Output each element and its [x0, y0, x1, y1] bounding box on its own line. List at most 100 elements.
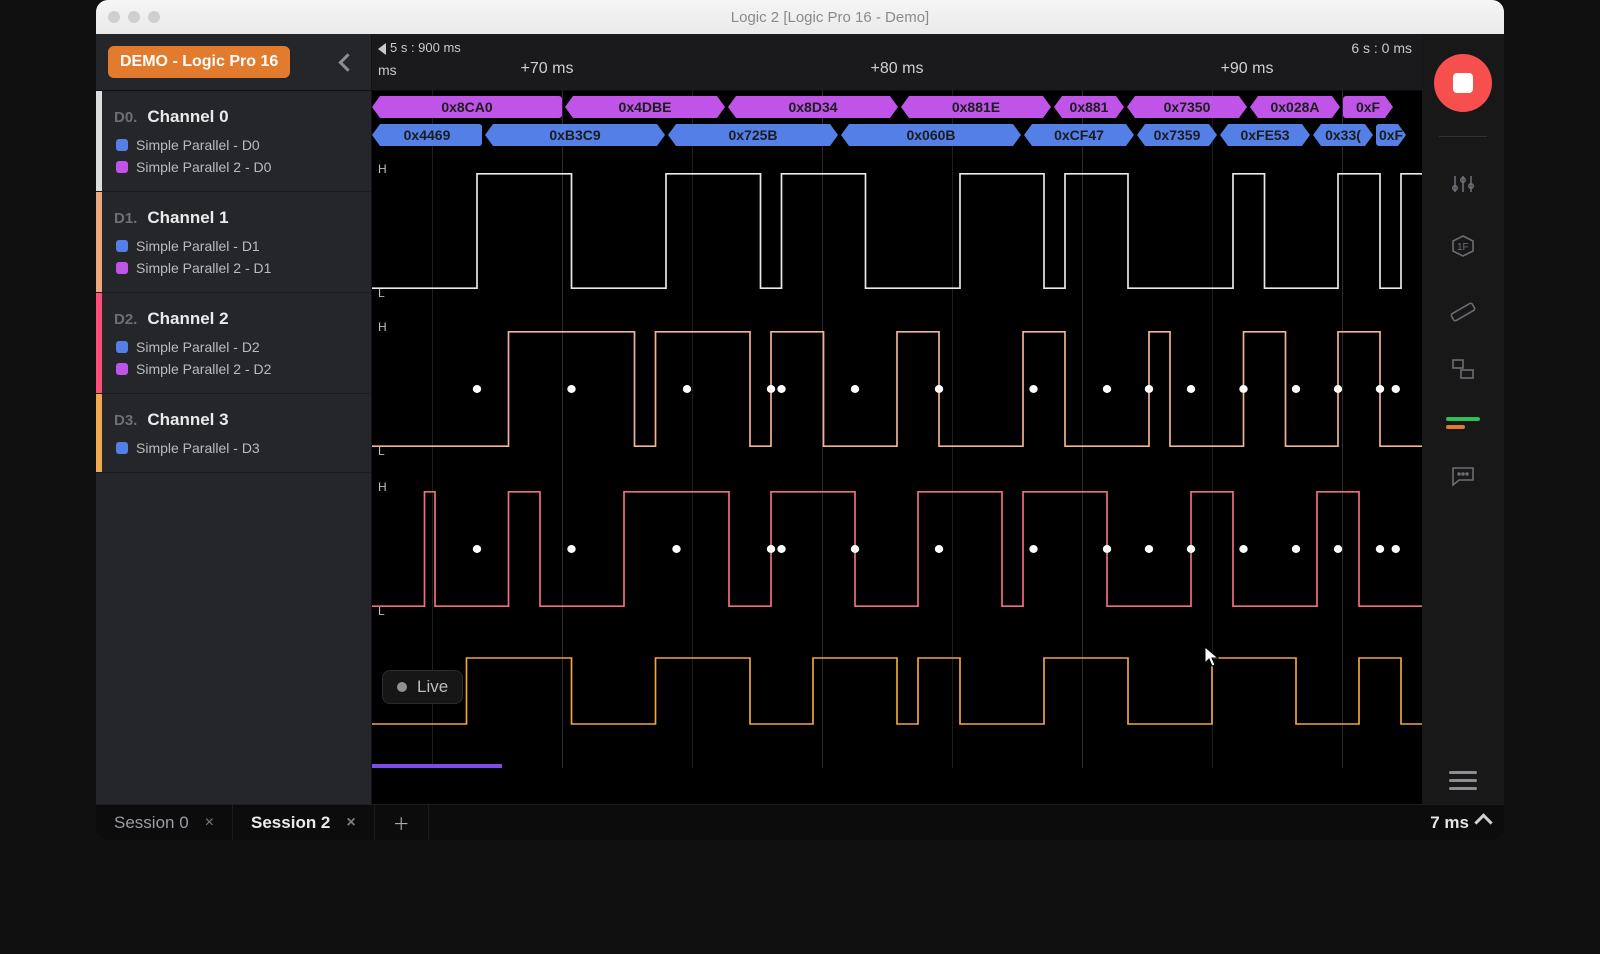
channel-0-wave[interactable]: HL — [372, 162, 1422, 300]
settings-icon[interactable] — [1448, 171, 1478, 197]
stop-icon — [1453, 73, 1473, 93]
triangle-left-icon — [378, 43, 386, 55]
zoom-time-indicator[interactable]: 7 ms — [1416, 805, 1504, 840]
analyzer-label: Simple Parallel 2 - D1 — [136, 260, 271, 276]
channel-item[interactable]: D3. Channel 3 Simple Parallel - D3 — [96, 394, 371, 473]
decoder-value[interactable]: 0x881 — [1054, 96, 1124, 118]
demo-badge: DEMO - Logic Pro 16 — [108, 46, 290, 78]
analyzer-label: Simple Parallel - D2 — [136, 339, 260, 355]
toolbar-divider — [1439, 136, 1487, 137]
channel-index: D2. — [114, 311, 137, 328]
position-bar[interactable] — [372, 764, 502, 768]
channel-name: Channel 0 — [147, 107, 228, 127]
analyzer-tag[interactable]: Simple Parallel - D2 — [116, 339, 357, 355]
decoder-row-2[interactable]: 0x44690xB3C90x725B0x060B0xCF470x73590xFE… — [372, 124, 1422, 148]
analyzer-color-icon — [116, 363, 128, 375]
channel-index: D3. — [114, 412, 137, 429]
analyzer-label: Simple Parallel - D1 — [136, 238, 260, 254]
channel-name: Channel 3 — [147, 410, 228, 430]
decoder-value[interactable]: 0x33( — [1313, 124, 1373, 146]
analyzer-color-icon — [116, 161, 128, 173]
timeline-tick: +90 ms — [1072, 60, 1422, 78]
timeline-tick: +80 ms — [722, 60, 1072, 78]
macos-titlebar: Logic 2 [Logic Pro 16 - Demo] — [96, 0, 1504, 35]
channel-sidebar: DEMO - Logic Pro 16 D0. Channel 0 Simple … — [96, 34, 372, 804]
analyzers-icon[interactable]: 1F — [1448, 233, 1478, 259]
analyzer-tag[interactable]: Simple Parallel - D0 — [116, 137, 357, 153]
analyzer-label: Simple Parallel 2 - D0 — [136, 159, 271, 175]
analyzer-label: Simple Parallel - D3 — [136, 440, 260, 456]
analyzer-tag[interactable]: Simple Parallel 2 - D0 — [116, 159, 357, 175]
channel-item[interactable]: D2. Channel 2 Simple Parallel - D2 Simple … — [96, 293, 371, 394]
session-tab[interactable]: Session 0 × — [96, 805, 233, 840]
channel-name: Channel 1 — [147, 208, 228, 228]
chat-icon[interactable] — [1448, 463, 1478, 489]
decoder-value[interactable]: 0x8D34 — [728, 96, 898, 118]
right-toolbar: 1F — [1422, 34, 1504, 804]
channel-color-stripe — [96, 91, 102, 191]
live-label: Live — [417, 677, 448, 697]
analyzer-label: Simple Parallel 2 - D2 — [136, 361, 271, 377]
analyzer-color-icon — [116, 341, 128, 353]
decoder-value[interactable]: 0x7350 — [1127, 96, 1247, 118]
decoder-value[interactable]: 0xFE53 — [1220, 124, 1310, 146]
decoder-value[interactable]: 0xCF47 — [1024, 124, 1134, 146]
timeline[interactable]: 5 s : 900 ms ms 6 s : 0 ms +70 ms+80 ms+… — [372, 34, 1422, 91]
analyzer-tag[interactable]: Simple Parallel 2 - D2 — [116, 361, 357, 377]
decoder-value[interactable]: 0x4469 — [372, 124, 482, 146]
channel-color-stripe — [96, 192, 102, 292]
session-tab[interactable]: Session 2 × — [233, 805, 375, 840]
decoder-value[interactable]: 0xF — [1376, 124, 1406, 146]
layout-icon[interactable] — [1448, 357, 1478, 383]
analyzer-color-icon — [116, 262, 128, 274]
channel-3-wave[interactable] — [372, 644, 1422, 734]
decoder-value[interactable]: 0x725B — [668, 124, 838, 146]
tab-label: Session 0 — [114, 813, 189, 833]
decoder-value[interactable]: 0x8CA0 — [372, 96, 562, 118]
svg-text:1F: 1F — [1457, 242, 1469, 253]
analyzer-tag[interactable]: Simple Parallel 2 - D1 — [116, 260, 357, 276]
decoder-value[interactable]: 0xF — [1343, 96, 1393, 118]
measure-icon[interactable] — [1448, 295, 1478, 321]
decoder-row-1[interactable]: 0x8CA00x4DBE0x8D340x881E0x8810x73500x028… — [372, 96, 1422, 120]
channel-2-wave[interactable]: HL — [372, 480, 1422, 618]
decoder-value[interactable]: 0x028A — [1250, 96, 1340, 118]
live-badge[interactable]: Live — [382, 670, 463, 704]
timeline-right-mark: 6 s : 0 ms — [1351, 40, 1412, 56]
window-controls[interactable] — [108, 11, 160, 23]
decoder-value[interactable]: 0x4DBE — [565, 96, 725, 118]
channel-color-stripe — [96, 394, 102, 472]
record-stop-button[interactable] — [1434, 54, 1492, 112]
collapse-sidebar-button[interactable] — [335, 50, 359, 74]
analyzer-color-icon — [116, 442, 128, 454]
chevron-left-icon — [338, 53, 356, 71]
decoder-value[interactable]: 0xB3C9 — [485, 124, 665, 146]
channel-1-wave[interactable]: HL — [372, 320, 1422, 458]
session-tabs: Session 0 × Session 2 × ＋ 7 ms — [96, 804, 1504, 840]
tab-label: Session 2 — [251, 813, 330, 833]
waveform-area[interactable]: 5 s : 900 ms ms 6 s : 0 ms +70 ms+80 ms+… — [372, 34, 1422, 804]
add-session-button[interactable]: ＋ — [375, 805, 429, 840]
zoom-time-label: 7 ms — [1430, 813, 1469, 833]
decoder-value[interactable]: 0x060B — [841, 124, 1021, 146]
channel-index: D0. — [114, 109, 137, 126]
analyzer-color-icon — [116, 240, 128, 252]
analyzer-tag[interactable]: Simple Parallel - D1 — [116, 238, 357, 254]
live-dot-icon — [397, 682, 407, 692]
device-status-icon[interactable] — [1446, 417, 1480, 429]
channel-name: Channel 2 — [147, 309, 228, 329]
analyzer-tag[interactable]: Simple Parallel - D3 — [116, 440, 357, 456]
decoder-value[interactable]: 0x7359 — [1137, 124, 1217, 146]
close-tab-icon[interactable]: × — [205, 814, 214, 832]
channel-index: D1. — [114, 210, 137, 227]
timeline-left-mark: 5 s : 900 ms — [390, 40, 461, 55]
menu-button[interactable] — [1449, 771, 1477, 790]
chevron-up-icon — [1474, 813, 1492, 831]
channel-item[interactable]: D0. Channel 0 Simple Parallel - D0 Simple … — [96, 91, 371, 192]
analyzer-label: Simple Parallel - D0 — [136, 137, 260, 153]
channel-item[interactable]: D1. Channel 1 Simple Parallel - D1 Simple … — [96, 192, 371, 293]
close-tab-icon[interactable]: × — [346, 814, 355, 832]
channel-color-stripe — [96, 293, 102, 393]
timeline-tick: +70 ms — [372, 60, 722, 78]
decoder-value[interactable]: 0x881E — [901, 96, 1051, 118]
